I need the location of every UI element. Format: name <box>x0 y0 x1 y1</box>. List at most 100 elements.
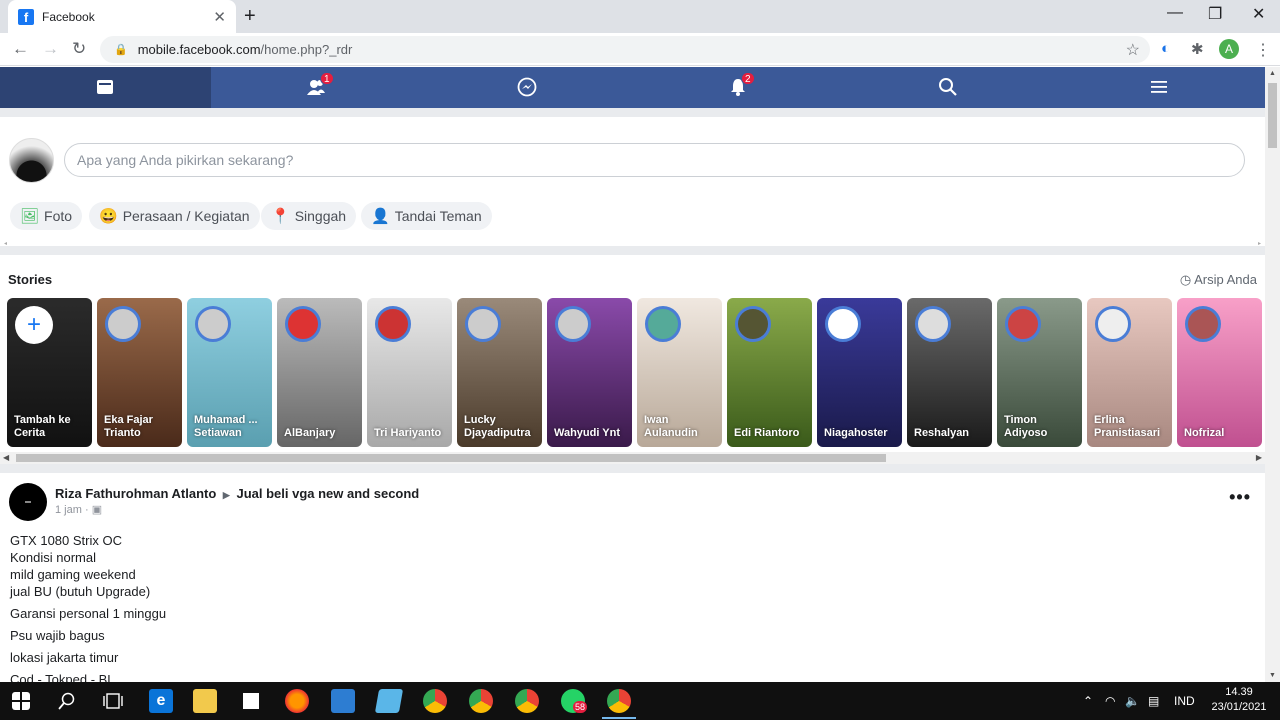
feed-post: Riza Fathurohman Atlanto ▶ Jual beli vga… <box>0 464 1265 687</box>
add-story-plus-icon[interactable]: + <box>15 306 53 344</box>
story-card[interactable]: Wahyudi Ynt <box>547 298 632 447</box>
chip-label: Singgah <box>294 208 347 224</box>
story-card[interactable]: Muhamad ... Setiawan <box>187 298 272 447</box>
menu-hamburger-icon[interactable] <box>1149 77 1169 97</box>
tag-friends-chip[interactable]: 👤 Tandai Teman <box>361 202 492 230</box>
whatsapp-icon[interactable]: 58 <box>561 689 588 713</box>
story-name: Edi Riantoro <box>734 427 800 439</box>
status-input[interactable]: Apa yang Anda pikirkan sekarang? <box>64 143 1245 177</box>
story-avatar <box>375 306 411 342</box>
language-indicator[interactable]: IND <box>1174 694 1195 708</box>
stories-scrollbar[interactable]: ◀ ▶ <box>0 452 1265 464</box>
story-card[interactable]: Iwan Aulanudin <box>637 298 722 447</box>
stories-title: Stories <box>8 272 53 287</box>
task-view-icon[interactable] <box>103 692 123 710</box>
extensions-puzzle-icon[interactable]: ✱ <box>1191 40 1204 58</box>
check-in-chip[interactable]: 📍 Singgah <box>261 202 357 230</box>
address-bar[interactable]: 🔒 mobile.facebook.com /home.php?_rdr ☆ <box>100 36 1150 63</box>
scroll-down-icon[interactable]: ▼ <box>1269 672 1276 679</box>
stories-section: Stories ◷ Arsip Anda + Tambah ke Cerita … <box>0 246 1265 464</box>
store-icon[interactable] <box>239 689 263 713</box>
post-author[interactable]: Riza Fathurohman Atlanto <box>55 486 216 501</box>
feeling-activity-chip[interactable]: 😀 Perasaan / Kegiatan <box>89 202 260 230</box>
story-card-add[interactable]: + Tambah ke Cerita <box>7 298 92 447</box>
calculator-icon[interactable] <box>331 689 355 713</box>
messenger-icon[interactable] <box>517 77 537 97</box>
profile-avatar[interactable]: A <box>1219 39 1239 59</box>
story-avatar <box>105 306 141 342</box>
news-feed-icon[interactable] <box>95 77 115 97</box>
story-card[interactable]: Nofrizal <box>1177 298 1262 447</box>
post-paragraph: Psu wajib bagus <box>10 628 105 643</box>
story-name: Eka Fajar Trianto <box>104 414 153 439</box>
page-scrollbar[interactable]: ▲ ▼ <box>1265 67 1280 682</box>
avatar[interactable] <box>9 483 47 521</box>
post-time[interactable]: 1 jam · <box>55 504 89 516</box>
archive-label: Arsip Anda <box>1194 272 1257 287</box>
avatar[interactable] <box>9 138 54 183</box>
story-card[interactable]: Tri Hariyanto <box>367 298 452 447</box>
location-pin-icon: 📍 <box>271 208 290 225</box>
file-explorer-icon[interactable] <box>193 689 217 713</box>
story-avatar <box>195 306 231 342</box>
maximize-button[interactable]: ❐ <box>1208 4 1222 24</box>
chrome-profile-icon[interactable] <box>469 689 493 713</box>
post-group[interactable]: Jual beli vga new and second <box>236 486 419 501</box>
tab-close-icon[interactable]: ✕ <box>213 8 226 26</box>
window-close-button[interactable]: ✕ <box>1252 4 1265 24</box>
scrollbar-thumb[interactable] <box>1268 83 1277 148</box>
story-card[interactable]: Eka Fajar Trianto <box>97 298 182 447</box>
friend-requests-badge: 1 <box>320 72 334 85</box>
chrome-profile-icon[interactable] <box>423 689 447 713</box>
back-arrow-icon[interactable]: ← <box>12 39 29 59</box>
tray-expand-icon[interactable]: ⌃ <box>1083 694 1093 708</box>
triangle-right-icon: ▶ <box>222 490 230 500</box>
scroll-up-icon[interactable]: ▲ <box>1269 70 1276 77</box>
story-card[interactable]: Lucky Djayadiputra <box>457 298 542 447</box>
volume-icon[interactable]: 🔈 <box>1125 694 1140 708</box>
notes-app-icon[interactable] <box>374 689 404 713</box>
browser-tabbar: f Facebook ✕ + — ❐ ✕ <box>0 0 1280 33</box>
minimize-button[interactable]: — <box>1167 4 1183 22</box>
bookmark-star-icon[interactable]: ☆ <box>1126 40 1140 60</box>
search-icon[interactable] <box>938 77 958 97</box>
extension-c-icon[interactable]: ◐ <box>1161 40 1170 57</box>
photo-chip[interactable]: 🖼 Foto <box>10 202 83 230</box>
search-icon[interactable] <box>58 692 76 710</box>
story-avatar <box>915 306 951 342</box>
scrollbar-thumb[interactable] <box>16 454 886 462</box>
forward-arrow-icon[interactable]: → <box>42 39 59 59</box>
chrome-profile-icon[interactable] <box>515 689 539 713</box>
new-tab-button[interactable]: + <box>244 5 256 28</box>
reload-icon[interactable]: ↻ <box>72 39 86 59</box>
story-card[interactable]: Edi Riantoro <box>727 298 812 447</box>
story-avatar <box>825 306 861 342</box>
action-center-icon[interactable]: ▤ <box>1148 694 1159 708</box>
lock-icon: 🔒 <box>114 44 128 56</box>
post-paragraph: lokasi jakarta timur <box>10 650 119 665</box>
scroll-right-icon[interactable]: ▶ <box>1256 453 1262 462</box>
post-composer: Apa yang Anda pikirkan sekarang? 🖼 Foto … <box>0 108 1265 246</box>
wifi-icon[interactable]: ◠ <box>1105 694 1115 708</box>
post-meta: 1 jam · ▣ <box>55 503 102 516</box>
chip-label: Tandai Teman <box>394 208 482 224</box>
story-name: Erlina Pranistiasari <box>1094 414 1161 439</box>
clock-date: 23/01/2021 <box>1211 701 1267 713</box>
tag-friend-icon: 👤 <box>371 208 390 225</box>
browser-menu-icon[interactable]: ⋮ <box>1255 40 1271 60</box>
story-card[interactable]: Erlina Pranistiasari <box>1087 298 1172 447</box>
scroll-left-icon[interactable]: ◀ <box>3 453 9 462</box>
story-card[interactable]: Timon Adiyoso <box>997 298 1082 447</box>
story-card[interactable]: Niagahoster <box>817 298 902 447</box>
edge-icon[interactable]: e <box>149 689 173 713</box>
more-options-icon[interactable]: ••• <box>1229 487 1251 508</box>
story-name: Niagahoster <box>824 427 888 439</box>
firefox-icon[interactable] <box>285 689 309 713</box>
story-card[interactable]: Reshalyan <box>907 298 992 447</box>
taskbar-clock[interactable]: 14.39 23/01/2021 <box>1210 685 1268 715</box>
chrome-active-icon[interactable] <box>607 689 631 713</box>
windows-start-icon[interactable] <box>12 692 30 710</box>
browser-tab[interactable]: f Facebook ✕ <box>8 0 236 33</box>
archive-link[interactable]: ◷ Arsip Anda <box>1180 272 1257 288</box>
story-card[interactable]: AlBanjary <box>277 298 362 447</box>
